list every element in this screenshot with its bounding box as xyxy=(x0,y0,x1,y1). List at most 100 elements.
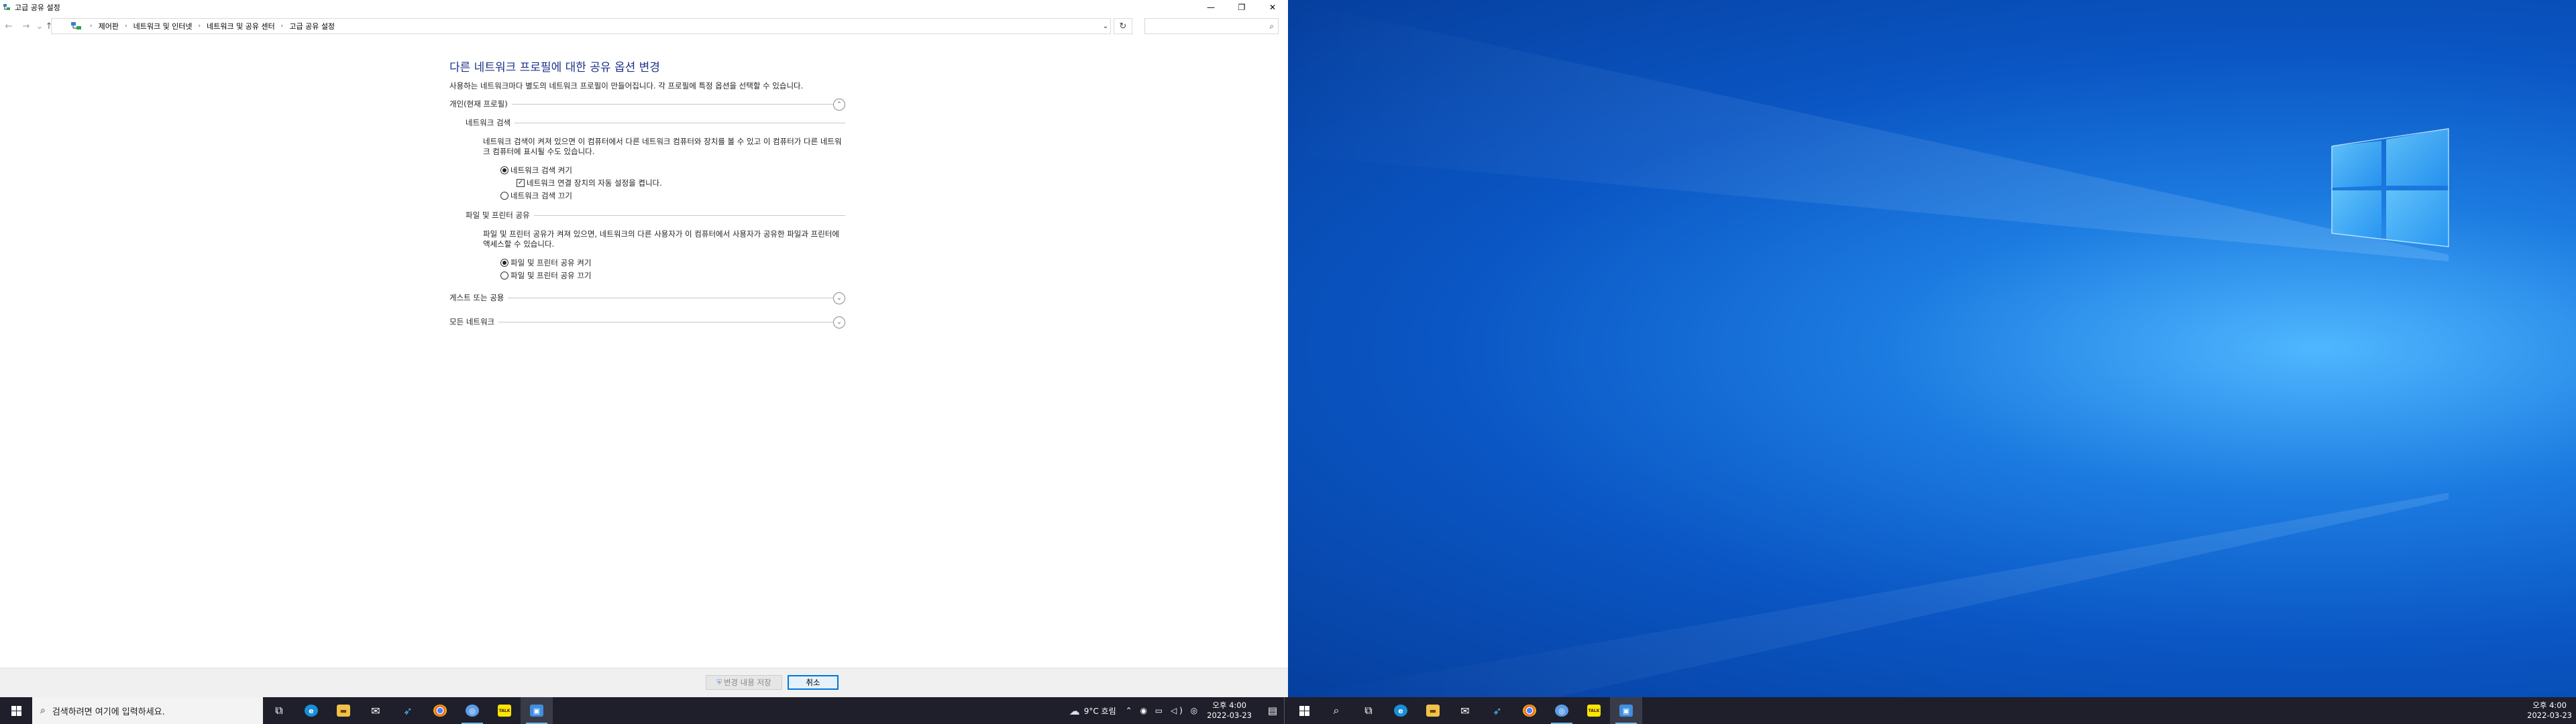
back-button[interactable]: ← xyxy=(0,18,17,34)
auto-setup-option[interactable]: ✓ 네트워크 연결 장치의 자동 설정을 켭니다. xyxy=(517,178,845,188)
recent-locations-button[interactable]: ⌄ xyxy=(35,18,44,34)
mail-icon: ✉ xyxy=(371,704,380,717)
save-changes-label: 변경 내용 저장 xyxy=(723,678,771,687)
sharing-on-radio[interactable] xyxy=(500,259,508,267)
system-tray: ☁ 9°C 흐림 ⌃ ◉ ▭ ◁) ◎ 오후 4:00 2022-03-23 ▤ xyxy=(1069,697,1288,724)
address-bar[interactable]: › 제어판 › 네트워크 및 인터넷 › 네트워크 및 공유 센터 › 고급 공… xyxy=(51,18,1111,34)
button-bar: ⛨ 변경 내용 저장 취소 xyxy=(0,668,1288,697)
auto-setup-checkbox[interactable]: ✓ xyxy=(517,179,525,187)
refresh-button[interactable]: ↻ xyxy=(1114,18,1132,34)
minimize-button[interactable]: — xyxy=(1195,0,1226,15)
taskbar-search-placeholder: 검색하려면 여기에 입력하세요. xyxy=(52,707,165,717)
breadcrumb-advanced-sharing[interactable]: 고급 공유 설정 xyxy=(286,21,337,32)
kakaotalk-icon: TALK xyxy=(1587,705,1601,717)
control-panel-icon: ▣ xyxy=(1619,705,1633,717)
sharing-on-option[interactable]: 파일 및 프린터 공유 켜기 xyxy=(500,257,845,268)
taskbar-mail[interactable]: ✉ xyxy=(360,697,392,724)
discovery-off-label: 네트워크 검색 끄기 xyxy=(511,191,572,200)
taskbar-control-panel[interactable]: ▣ xyxy=(1610,697,1642,724)
discovery-on-label: 네트워크 검색 켜기 xyxy=(511,166,572,175)
taskbar-globe-app[interactable]: ◎ xyxy=(456,697,488,724)
taskbar-kakaotalk[interactable]: TALK xyxy=(488,697,521,724)
sharing-off-option[interactable]: 파일 및 프린터 공유 끄기 xyxy=(500,270,845,281)
profile-private-header[interactable]: 개인(현재 프로필) ⌃ xyxy=(449,97,845,111)
breadcrumb-separator: › xyxy=(124,23,127,29)
window-title: 고급 공유 설정 xyxy=(15,3,60,12)
network-discovery-label: 네트워크 검색 xyxy=(466,117,515,128)
breadcrumb-network-sharing-center[interactable]: 네트워크 및 공유 센터 xyxy=(204,21,278,32)
taskbar-bird-app[interactable]: ➶ xyxy=(392,697,424,724)
folder-icon: ▬ xyxy=(337,705,350,717)
profile-guest-header[interactable]: 게스트 또는 공용 ⌄ xyxy=(449,290,845,305)
start-button[interactable] xyxy=(0,697,32,724)
page-description: 사용하는 네트워크마다 별도의 네트워크 프로필이 만들어집니다. 각 프로필에… xyxy=(449,81,804,90)
taskbar-primary: ⌕ 검색하려면 여기에 입력하세요. ⧉ e ▬ ✉ ➶ ◉ ◎ TALK ▣ … xyxy=(0,697,1288,724)
breadcrumb-control-panel[interactable]: 제어판 xyxy=(96,21,121,32)
folder-icon: ▬ xyxy=(1426,705,1440,717)
file-printer-sharing-header: 파일 및 프린터 공유 xyxy=(466,208,845,221)
taskbar-search-box[interactable]: ⌕ 검색하려면 여기에 입력하세요. xyxy=(32,697,263,724)
sharing-off-radio[interactable] xyxy=(500,272,508,280)
control-panel-icon: ▣ xyxy=(530,705,543,717)
clock-date: 2022-03-23 xyxy=(1207,711,1252,720)
taskbar-bird-app[interactable]: ➶ xyxy=(1481,697,1513,724)
edge-icon: e xyxy=(305,705,318,717)
cancel-button[interactable]: 취소 xyxy=(788,675,839,690)
network-discovery-text: 네트워크 검색이 켜져 있으면 이 컴퓨터에서 다른 네트워크 컴퓨터와 장치를… xyxy=(483,137,842,156)
auto-setup-label: 네트워크 연결 장치의 자동 설정을 켭니다. xyxy=(527,178,662,188)
file-printer-sharing-label: 파일 및 프린터 공유 xyxy=(466,210,534,221)
taskbar-secondary: ⌕ ⧉ e ▬ ✉ ➶ ◉ ◎ TALK ▣ 오후 4:00 2022-03-2… xyxy=(1288,697,2576,724)
taskbar-edge[interactable]: e xyxy=(1385,697,1417,724)
expand-icon[interactable]: ⌄ xyxy=(833,292,845,304)
main-content: 다른 네트워크 프로필에 대한 공유 옵션 변경 사용하는 네트워크마다 별도의… xyxy=(449,54,845,329)
control-panel-window: 고급 공유 설정 — ❐ ✕ ← → ⌄ ↑ › 제어판 › 네트워크 및 인터… xyxy=(0,0,1288,724)
taskbar-chrome[interactable]: ◉ xyxy=(424,697,456,724)
tray-icons[interactable]: ⌃ ◉ ▭ ◁) ◎ xyxy=(1126,706,1201,715)
search-button[interactable]: ⌕ xyxy=(1320,697,1352,724)
chrome-icon: ◉ xyxy=(1523,705,1536,717)
taskbar-clock[interactable]: 오후 4:00 2022-03-23 xyxy=(1207,701,1252,721)
taskbar-control-panel[interactable]: ▣ xyxy=(521,697,553,724)
search-icon: ⌕ xyxy=(1269,21,1274,31)
taskbar-edge[interactable]: e xyxy=(295,697,327,724)
taskbar-file-explorer[interactable]: ▬ xyxy=(327,697,360,724)
breadcrumb-network-internet[interactable]: 네트워크 및 인터넷 xyxy=(131,21,195,32)
maximize-button[interactable]: ❐ xyxy=(1226,0,1257,15)
search-input[interactable]: ⌕ xyxy=(1144,18,1279,34)
desktop-wallpaper xyxy=(1288,0,2576,697)
expand-icon[interactable]: ⌄ xyxy=(833,316,845,328)
close-button[interactable]: ✕ xyxy=(1257,0,1288,15)
file-printer-sharing-text: 파일 및 프린터 공유가 켜져 있으면, 네트워크의 다른 사용자가 이 컴퓨터… xyxy=(483,229,839,249)
task-view-button[interactable]: ⧉ xyxy=(263,697,295,724)
address-dropdown-button[interactable]: ⌄ xyxy=(1097,17,1114,34)
collapse-icon[interactable]: ⌃ xyxy=(833,99,845,111)
uac-shield-icon: ⛨ xyxy=(716,678,722,686)
weather-text: 9°C 흐림 xyxy=(1083,706,1116,716)
forward-button[interactable]: → xyxy=(17,18,35,34)
breadcrumb-separator: › xyxy=(90,23,93,29)
discovery-off-radio[interactable] xyxy=(500,192,508,200)
discovery-on-option[interactable]: 네트워크 검색 켜기 xyxy=(500,165,845,176)
clock-date: 2022-03-23 xyxy=(2527,711,2572,720)
taskbar-file-explorer[interactable]: ▬ xyxy=(1417,697,1449,724)
weather-widget[interactable]: ☁ 9°C 흐림 xyxy=(1069,705,1116,717)
notification-icon[interactable]: ▤ xyxy=(1261,697,1284,724)
task-view-button[interactable]: ⧉ xyxy=(1352,697,1385,724)
control-panel-icon xyxy=(71,22,81,29)
taskbar-kakaotalk[interactable]: TALK xyxy=(1578,697,1610,724)
taskbar-mail[interactable]: ✉ xyxy=(1449,697,1481,724)
taskbar-globe-app[interactable]: ◎ xyxy=(1546,697,1578,724)
taskbar-chrome[interactable]: ◉ xyxy=(1513,697,1546,724)
profile-guest-label: 게스트 또는 공용 xyxy=(449,292,508,303)
globe-icon: ◎ xyxy=(466,705,479,717)
discovery-on-radio[interactable] xyxy=(500,166,508,174)
windows-logo-icon xyxy=(11,705,21,716)
save-changes-button[interactable]: ⛨ 변경 내용 저장 xyxy=(706,675,782,690)
network-discovery-header: 네트워크 검색 xyxy=(466,115,845,129)
profile-all-header[interactable]: 모든 네트워크 ⌄ xyxy=(449,314,845,329)
windows-wallpaper-logo xyxy=(1288,0,2449,697)
discovery-off-option[interactable]: 네트워크 검색 끄기 xyxy=(500,190,845,201)
start-button[interactable] xyxy=(1288,697,1320,724)
taskbar-clock[interactable]: 오후 4:00 2022-03-23 xyxy=(2527,701,2572,721)
bird-app-icon: ➶ xyxy=(403,704,413,717)
